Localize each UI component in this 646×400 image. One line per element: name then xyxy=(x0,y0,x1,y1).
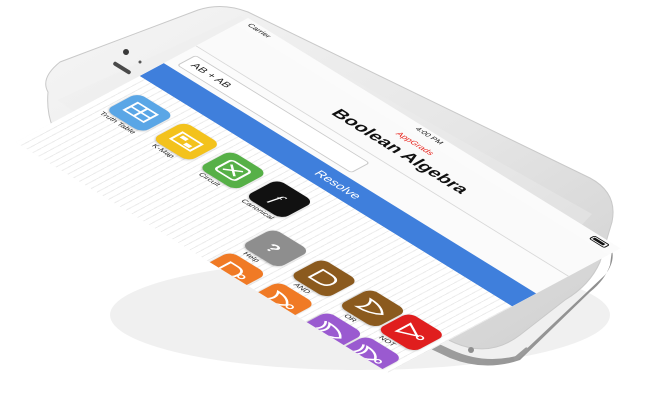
function-f-icon: f xyxy=(266,193,290,207)
svg-text:?: ? xyxy=(260,241,285,255)
kmap-icon xyxy=(168,131,204,152)
front-camera xyxy=(123,49,129,55)
table-icon xyxy=(122,101,160,124)
circuit-button[interactable] xyxy=(198,150,268,191)
proximity-sensor xyxy=(138,60,142,64)
svg-text:f: f xyxy=(266,193,290,207)
question-icon: ? xyxy=(260,241,285,255)
help-button[interactable]: ? xyxy=(240,228,311,269)
phone-stage: Carrier 4:00 PM AppGrads Boolean Algebra… xyxy=(0,0,646,400)
truth-table-button[interactable] xyxy=(105,92,175,133)
and-gate-button[interactable] xyxy=(289,258,359,299)
and-gate-icon xyxy=(307,268,338,286)
kmap-button[interactable] xyxy=(151,121,222,162)
canonical-button[interactable]: f xyxy=(244,179,315,220)
headphone-jack xyxy=(468,347,474,353)
circuit-icon xyxy=(214,159,251,181)
